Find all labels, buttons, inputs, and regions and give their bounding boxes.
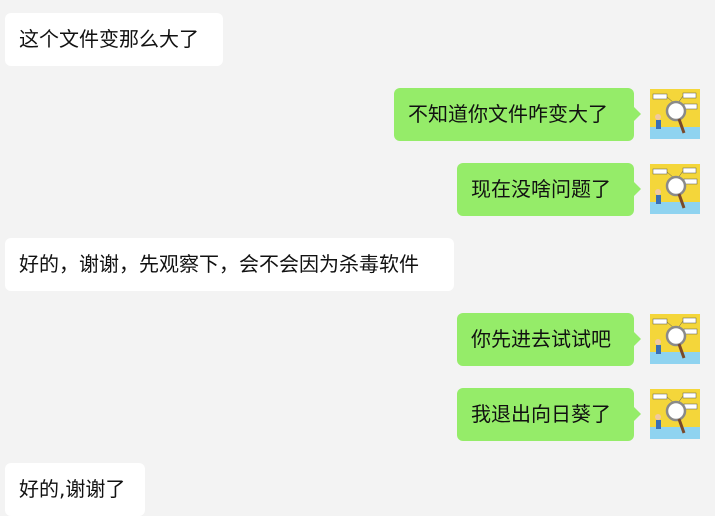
message-text: 现在没啥问题了 — [471, 177, 611, 201]
chat-area: 这个文件变那么大了 不知道你文件咋变大了 现在没啥问题了 好的，谢谢，先观察下，… — [0, 0, 715, 516]
message-incoming: 好的,谢谢了 — [5, 463, 205, 516]
message-text: 这个文件变那么大了 — [19, 27, 199, 51]
message-bubble[interactable]: 不知道你文件咋变大了 — [394, 88, 641, 141]
message-text: 你先进去试试吧 — [471, 327, 611, 351]
message-text: 不知道你文件咋变大了 — [408, 102, 608, 126]
message-incoming: 好的，谢谢，先观察下，会不会因为杀毒软件 — [5, 238, 465, 291]
message-outgoing: 不知道你文件咋变大了 — [0, 88, 715, 141]
message-text: 好的,谢谢了 — [19, 477, 126, 501]
message-outgoing: 你先进去试试吧 — [0, 313, 715, 366]
avatar-image — [650, 389, 700, 439]
message-text: 我退出向日葵了 — [471, 402, 611, 426]
message-bubble[interactable]: 我退出向日葵了 — [457, 388, 641, 441]
avatar-image — [650, 164, 700, 214]
message-bubble[interactable]: 你先进去试试吧 — [457, 313, 641, 366]
message-text: 好的，谢谢，先观察下，会不会因为杀毒软件 — [19, 252, 419, 276]
message-outgoing: 现在没啥问题了 — [0, 163, 715, 216]
sender-avatar[interactable] — [650, 89, 700, 139]
message-bubble[interactable]: 好的，谢谢，先观察下，会不会因为杀毒软件 — [5, 238, 454, 291]
sender-avatar[interactable] — [650, 314, 700, 364]
avatar-image — [650, 89, 700, 139]
avatar-image — [650, 314, 700, 364]
sender-avatar[interactable] — [650, 389, 700, 439]
sender-avatar[interactable] — [650, 164, 700, 214]
message-outgoing: 我退出向日葵了 — [0, 388, 715, 441]
message-bubble[interactable]: 好的,谢谢了 — [5, 463, 145, 516]
message-bubble[interactable]: 这个文件变那么大了 — [5, 13, 223, 66]
message-bubble[interactable]: 现在没啥问题了 — [457, 163, 641, 216]
message-incoming: 这个文件变那么大了 — [5, 13, 305, 66]
